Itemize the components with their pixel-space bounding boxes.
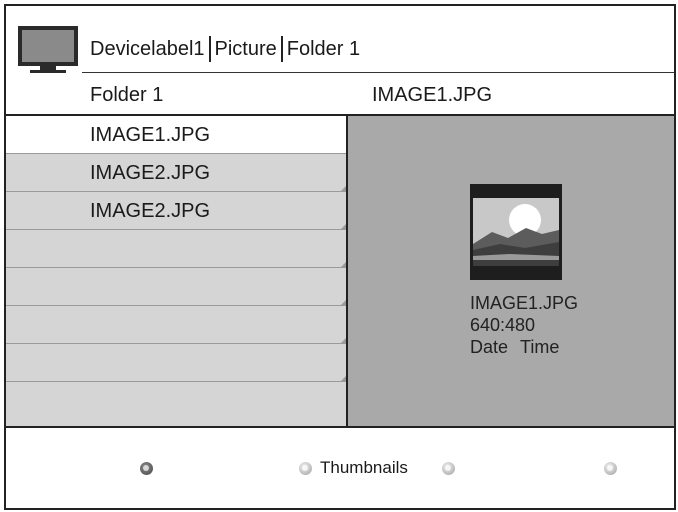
- preview-panel: IMAGE1.JPG 640:480 Date Time: [348, 116, 674, 426]
- list-item[interactable]: IMAGE2.JPG: [6, 192, 346, 230]
- image-info: IMAGE1.JPG 640:480 Date Time: [470, 292, 578, 358]
- breadcrumb: Devicelabel1 Picture Folder 1: [88, 32, 364, 66]
- yellow-key-icon[interactable]: [442, 462, 455, 475]
- info-filename: IMAGE1.JPG: [470, 293, 579, 313]
- current-folder-title: Folder 1: [90, 84, 164, 106]
- list-item[interactable]: [6, 268, 346, 306]
- header-divider: [82, 72, 674, 73]
- green-key-icon[interactable]: [299, 462, 312, 475]
- info-time: Time: [520, 337, 560, 357]
- file-list: IMAGE1.JPG IMAGE2.JPG IMAGE2.JPG: [6, 116, 346, 426]
- info-date: Date: [470, 337, 509, 357]
- image-thumbnail: [470, 184, 562, 280]
- list-item-label: IMAGE1.JPG: [90, 124, 211, 146]
- info-resolution: 640:480: [470, 315, 536, 335]
- red-key-icon[interactable]: [140, 462, 153, 475]
- breadcrumb-picture[interactable]: Picture: [211, 38, 281, 61]
- list-item[interactable]: IMAGE1.JPG: [6, 116, 346, 154]
- list-item-label: IMAGE2.JPG: [90, 200, 211, 222]
- tv-icon: [18, 26, 78, 73]
- breadcrumb-device[interactable]: Devicelabel1: [88, 38, 209, 61]
- breadcrumb-folder[interactable]: Folder 1: [283, 38, 364, 61]
- media-browser-window: Devicelabel1 Picture Folder 1 Folder 1 I…: [4, 4, 676, 510]
- list-item[interactable]: IMAGE2.JPG: [6, 154, 346, 192]
- list-item[interactable]: [6, 382, 346, 426]
- blue-key-icon[interactable]: [604, 462, 617, 475]
- list-item[interactable]: [6, 344, 346, 382]
- list-item-label: IMAGE2.JPG: [90, 162, 211, 184]
- thumbnails-label[interactable]: Thumbnails: [320, 458, 408, 478]
- list-item[interactable]: [6, 306, 346, 344]
- color-key-bar: Thumbnails: [6, 428, 674, 512]
- selected-file-title: IMAGE1.JPG: [372, 84, 493, 106]
- column-headers: Folder 1 IMAGE1.JPG: [6, 74, 674, 114]
- list-item[interactable]: [6, 230, 346, 268]
- info-datetime: Date Time: [470, 336, 578, 358]
